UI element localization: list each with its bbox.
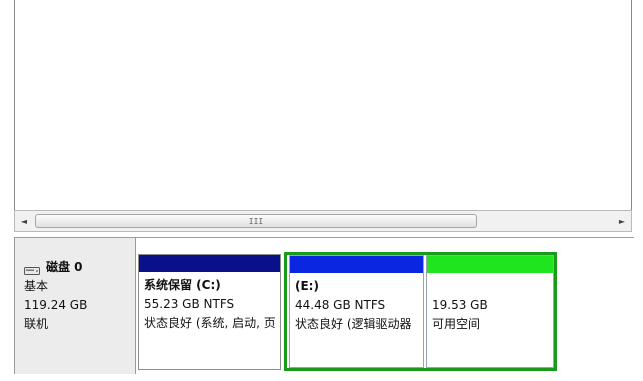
partition-e[interactable]: (E:) 44.48 GB NTFS 状态良好 (逻辑驱动器: [289, 255, 424, 368]
free-space-name: [432, 277, 551, 296]
partition-c[interactable]: 系统保留 (C:) 55.23 GB NTFS 状态良好 (系统, 启动, 页: [138, 254, 281, 370]
partition-e-size: 44.48 GB NTFS: [295, 298, 386, 312]
disk-graphical-view: 磁盘 0 基本 119.24 GB 联机 系统保留 (C:) 55.23 GB …: [14, 237, 634, 374]
disk-type: 基本: [24, 279, 49, 293]
disk-status: 联机: [24, 317, 49, 331]
scrollbar-thumb[interactable]: III: [35, 214, 477, 228]
partition-e-color-bar: [290, 256, 423, 273]
partition-c-size: 55.23 GB NTFS: [144, 297, 235, 311]
partition-c-status: 状态良好 (系统, 启动, 页: [144, 316, 276, 330]
partition-e-name: (E:): [295, 279, 319, 293]
extended-partition-selection[interactable]: (E:) 44.48 GB NTFS 状态良好 (逻辑驱动器 19.53 GB …: [284, 252, 557, 371]
scrollbar-grip: III: [248, 217, 264, 226]
free-space-color-bar: [427, 256, 553, 273]
partition-e-status: 状态良好 (逻辑驱动器: [295, 317, 412, 331]
free-space-status: 可用空间: [432, 317, 481, 331]
free-space-size: 19.53 GB: [432, 298, 488, 312]
scroll-right-arrow-icon[interactable]: ►: [613, 211, 631, 231]
volume-list-pane: [14, 0, 632, 210]
disk-size: 119.24 GB: [24, 298, 88, 312]
free-space[interactable]: 19.53 GB 可用空间: [426, 255, 554, 368]
partition-c-color-bar: [139, 255, 280, 272]
horizontal-scrollbar[interactable]: ◄ III ►: [14, 210, 632, 232]
disk-name: 磁盘 0: [46, 260, 83, 274]
disk-0-label[interactable]: 磁盘 0 基本 119.24 GB 联机: [15, 238, 136, 374]
scroll-left-arrow-icon[interactable]: ◄: [15, 211, 33, 231]
disk-drive-icon: [24, 263, 40, 275]
partition-c-name: 系统保留 (C:): [144, 278, 221, 292]
